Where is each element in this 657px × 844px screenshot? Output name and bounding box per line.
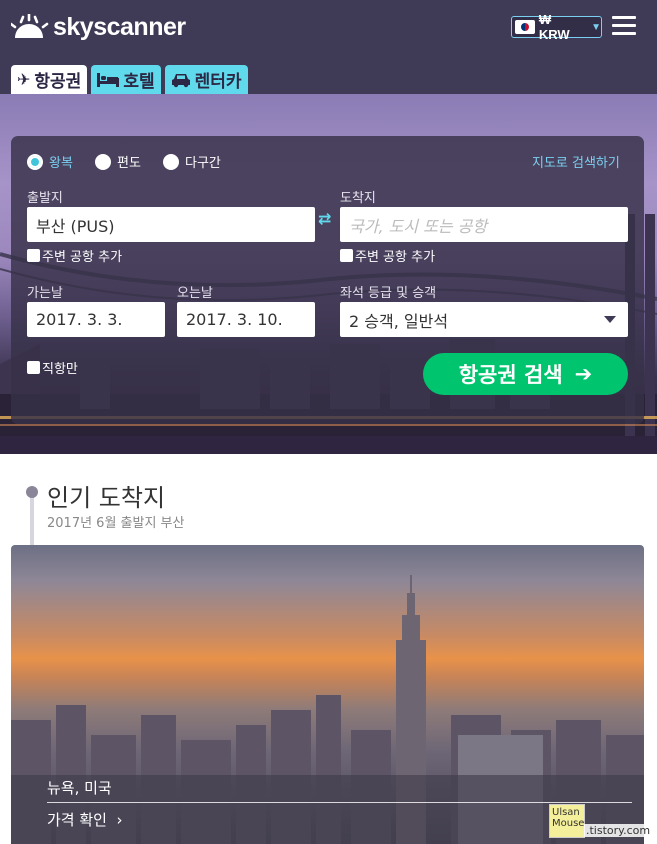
origin-input[interactable]: 부산 (PUS) [27,207,315,242]
direct-only-label: 직항만 [42,362,78,377]
trip-type-multicity[interactable]: 다구간 [163,152,221,171]
tab-car-rental[interactable]: 렌터카 [164,65,248,94]
direct-only-checkbox[interactable]: 직항만 [27,358,78,377]
currency-label: ₩ KRW [538,12,570,42]
checkbox-icon [340,249,353,262]
cabin-label: 좌석 등급 및 승객 [340,286,437,301]
checkbox-icon [27,361,40,374]
trip-type-roundtrip[interactable]: 왕복 [27,152,73,171]
tab-hotels-label: 호텔 [123,72,155,92]
watermark-line2: Mouse [552,818,585,829]
plane-icon: ✈ [17,70,31,89]
depart-label: 가는날 [27,286,63,301]
tab-flights-label: 항공권 [34,72,82,92]
return-label: 오는날 [177,286,213,301]
caret-down-icon [604,316,616,323]
destination-card-new-york[interactable]: 뉴욕, 미국 가격 확인 › [11,545,644,844]
radio-unchecked-icon [95,153,111,170]
popular-destinations-subtitle: 2017년 6월 출발지 부산 [47,516,185,531]
nearby-destination-label: 주변 공항 추가 [355,250,436,265]
logo-text: skyscanner [53,12,186,41]
destination-city: 뉴욕, 미국 [47,779,112,797]
nearby-destination-checkbox[interactable]: 주변 공항 추가 [340,246,435,265]
car-icon [171,73,190,87]
chevron-right-icon: › [111,811,123,829]
check-price-link[interactable]: 가격 확인 › [47,809,123,830]
trip-type-oneway-label: 편도 [117,156,141,171]
watermark-line1: Ulsan [552,807,580,818]
search-flights-label: 항공권 검색 [458,363,563,387]
return-date-input[interactable]: 2017. 3. 10. [177,302,315,337]
tab-hotels[interactable]: 호텔 [91,65,161,94]
skyscanner-logo[interactable]: skyscanner [11,12,186,42]
new-york-skyline-image [11,575,644,844]
search-flights-button[interactable]: 항공권 검색 ➔ [423,353,628,395]
search-by-map-link[interactable]: 지도로 검색하기 [532,152,620,171]
bed-icon [97,72,120,87]
card-divider [47,802,632,803]
cloud-sun-icon [11,14,49,38]
hamburger-menu-icon[interactable] [612,16,636,36]
product-tabs: ✈ 항공권 호텔 렌터카 [11,65,248,94]
arrow-right-icon: ➔ [574,362,593,386]
depart-date-input[interactable]: 2017. 3. 3. [27,302,165,337]
tab-car-rental-label: 렌터카 [194,72,242,92]
trip-type-oneway[interactable]: 편도 [95,152,141,171]
watermark-site: .tistory.com [584,824,653,837]
radio-unchecked-icon [163,153,179,170]
check-price-label: 가격 확인 [47,811,107,829]
origin-label: 출발지 [27,191,63,206]
watermark-logo: Ulsan Mouse [549,804,585,838]
nearby-origin-label: 주변 공항 추가 [42,250,123,265]
destination-label: 도착지 [340,191,376,206]
timeline-dot [26,486,38,498]
swap-arrows-icon[interactable]: ⇄ [318,211,331,227]
radio-checked-icon [27,153,43,170]
destination-input[interactable]: 국가, 도시 또는 공항 [340,207,628,242]
checkbox-icon [27,249,40,262]
korea-flag-icon [515,20,535,34]
trip-type-multicity-label: 다구간 [185,156,221,171]
chevron-down-icon: ▼ [591,21,601,33]
trip-type-roundtrip-label: 왕복 [49,156,73,171]
cabin-passenger-value: 2 승객, 일반석 [349,311,449,331]
tab-flights[interactable]: ✈ 항공권 [11,65,88,94]
currency-selector[interactable]: ₩ KRW ▼ [511,12,602,42]
top-header: skyscanner ₩ KRW ▼ ✈ 항공권 호텔 렌터카 [0,0,657,94]
nearby-origin-checkbox[interactable]: 주변 공항 추가 [27,246,122,265]
cabin-passenger-select[interactable]: 2 승객, 일반석 [340,302,628,337]
popular-destinations-title: 인기 도착지 [47,484,166,512]
